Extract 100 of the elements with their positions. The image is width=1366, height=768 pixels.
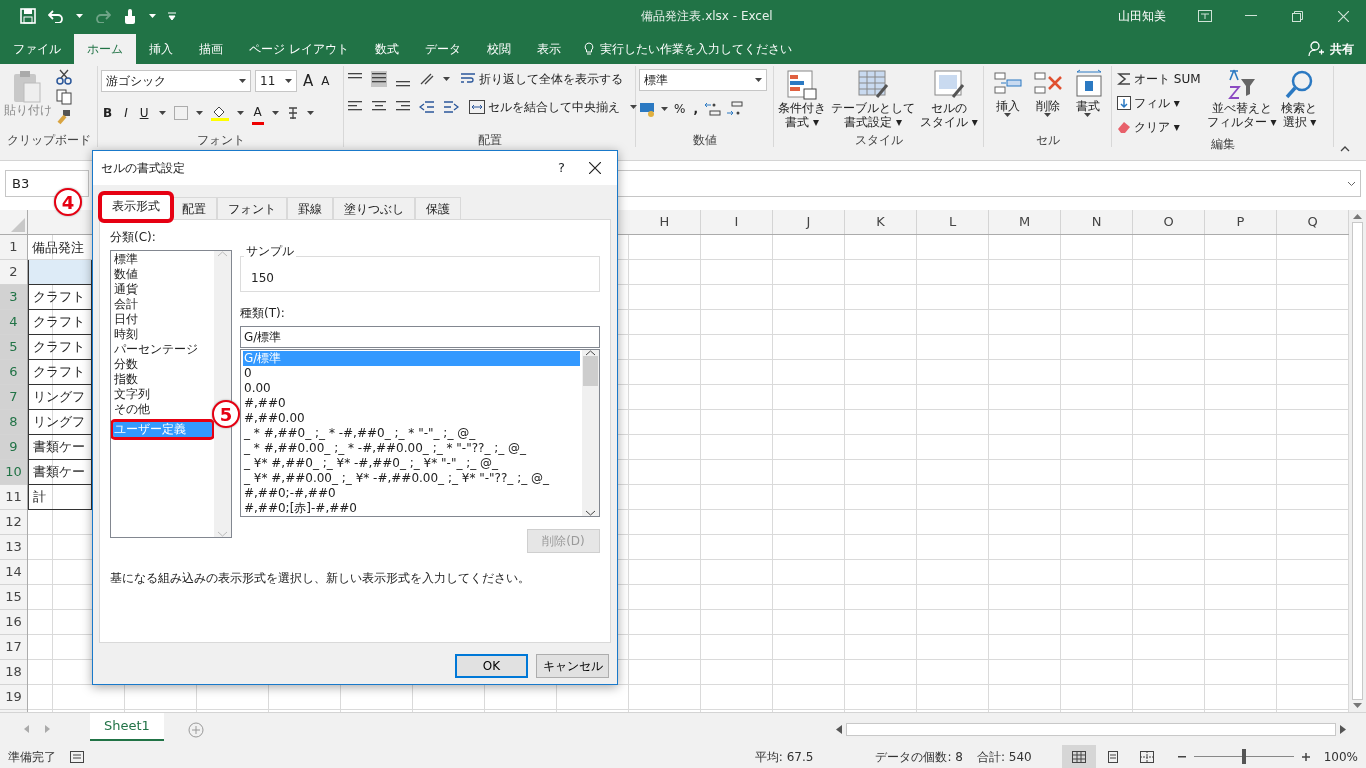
caret-icon[interactable] xyxy=(271,111,279,115)
list-item[interactable]: その他 xyxy=(113,402,212,417)
dialog-tab[interactable]: 表示形式 xyxy=(101,194,171,220)
list-item[interactable]: 標準 xyxy=(113,252,212,267)
percent-button[interactable]: % xyxy=(672,99,688,119)
style-button[interactable]: セルの スタイル ▾ xyxy=(919,69,979,129)
shrink-font-button[interactable]: A xyxy=(319,71,332,92)
caret-icon[interactable] xyxy=(76,14,83,18)
save-icon[interactable] xyxy=(20,8,36,24)
caret-icon[interactable] xyxy=(1044,113,1051,117)
list-item[interactable]: 通貨 xyxy=(113,282,212,297)
scroll-thumb[interactable] xyxy=(846,722,1336,736)
help-button[interactable]: ? xyxy=(550,154,573,182)
column-header[interactable]: O xyxy=(1133,210,1205,234)
caret-icon[interactable] xyxy=(239,79,246,84)
font-name-field[interactable]: 游ゴシック xyxy=(101,70,251,93)
cancel-button[interactable]: キャンセル xyxy=(536,654,609,678)
list-item[interactable]: 時刻 xyxy=(113,327,212,342)
list-item[interactable]: 文字列 xyxy=(113,387,212,402)
copy-icon[interactable] xyxy=(56,89,72,105)
list-item[interactable]: _ * #,##0_ ;_ * -#,##0_ ;_ * "-"_ ;_ @_ xyxy=(243,426,580,441)
share-button[interactable]: 共有 xyxy=(1296,34,1366,64)
dialog-tab[interactable]: 保護 xyxy=(415,197,461,219)
caret-icon[interactable] xyxy=(630,105,637,109)
increase-decimal-icon[interactable] xyxy=(703,101,722,117)
clear-button[interactable]: クリア ▾ xyxy=(1115,117,1203,137)
caret-icon[interactable] xyxy=(1004,113,1011,117)
align-middle-icon[interactable] xyxy=(371,71,387,87)
caret-icon[interactable] xyxy=(443,77,450,81)
menu-tab[interactable]: 校閲 xyxy=(473,34,524,64)
increase-indent-icon[interactable] xyxy=(443,100,459,114)
column-header[interactable]: I xyxy=(701,210,773,234)
menu-tab[interactable]: ページ レイアウト xyxy=(236,34,362,64)
scroll-down-icon[interactable] xyxy=(1353,703,1362,709)
column-header[interactable]: M xyxy=(989,210,1061,234)
sheet-tab[interactable]: Sheet1 xyxy=(90,713,164,741)
bold-button[interactable]: B xyxy=(101,103,115,123)
caret-icon[interactable] xyxy=(285,79,292,84)
list-item[interactable]: 指数 xyxy=(113,372,212,387)
column-header[interactable]: K xyxy=(845,210,917,234)
scroll-up-icon[interactable] xyxy=(1353,213,1362,219)
expand-icon[interactable] xyxy=(1347,181,1356,186)
scroll-thumb[interactable] xyxy=(1352,222,1363,700)
cut-icon[interactable] xyxy=(56,69,72,85)
cells-button[interactable]: 削除 xyxy=(1031,69,1064,117)
merge-center-button[interactable]: セルを結合して中央揃え xyxy=(467,97,622,117)
macro-record-icon[interactable] xyxy=(70,750,84,763)
font-color-button[interactable]: A xyxy=(251,101,264,125)
view-normal-button[interactable] xyxy=(1061,745,1096,768)
list-item[interactable]: #,##0;-#,##0 xyxy=(243,486,580,501)
list-item[interactable]: 0 xyxy=(243,366,580,381)
list-item[interactable]: 日付 xyxy=(113,312,212,327)
menu-tab[interactable]: ホーム xyxy=(74,34,136,64)
decrease-decimal-icon[interactable] xyxy=(725,101,744,117)
list-item[interactable]: 分数 xyxy=(113,357,212,372)
caret-icon[interactable] xyxy=(158,111,166,115)
currency-icon[interactable] xyxy=(639,101,657,117)
row-header[interactable]: 9 xyxy=(0,435,27,460)
list-item[interactable]: パーセンテージ xyxy=(113,342,212,357)
caret-icon[interactable] xyxy=(149,14,156,18)
wrap-text-button[interactable]: 折り返して全体を表示する xyxy=(458,69,625,89)
caret-icon[interactable] xyxy=(236,111,244,115)
menu-tab[interactable]: ファイル xyxy=(0,34,74,64)
column-header[interactable]: N xyxy=(1061,210,1133,234)
list-item[interactable]: #,##0.00 xyxy=(243,411,580,426)
scroll-right-icon[interactable] xyxy=(1340,724,1346,734)
find-select-button[interactable]: 検索と 選択 ▾ xyxy=(1280,69,1319,129)
format-painter-icon[interactable] xyxy=(56,109,72,125)
zoom-in-icon[interactable] xyxy=(1301,752,1310,761)
row-header[interactable]: 10 xyxy=(0,460,27,485)
italic-button[interactable]: I xyxy=(122,103,130,123)
column-header[interactable]: P xyxy=(1205,210,1277,234)
row-header[interactable]: 5 xyxy=(0,335,27,360)
caret-icon[interactable] xyxy=(195,111,203,115)
caret-icon[interactable] xyxy=(661,107,668,111)
comma-button[interactable]: , xyxy=(691,99,700,119)
cells-button[interactable]: 挿入 xyxy=(991,69,1024,117)
phonetic-icon[interactable] xyxy=(286,106,299,120)
scroll-left-icon[interactable] xyxy=(836,724,842,734)
zoom-out-icon[interactable] xyxy=(1177,755,1186,758)
row-header[interactable]: 6 xyxy=(0,360,27,385)
zoom-level[interactable]: 100% xyxy=(1323,747,1366,766)
tell-me-search[interactable]: 実行したい作業を入力してください xyxy=(573,34,802,64)
close-icon[interactable] xyxy=(1337,10,1349,22)
collapse-ribbon-icon[interactable] xyxy=(1340,146,1350,152)
customize-icon[interactable] xyxy=(168,12,176,20)
menu-tab[interactable]: 描画 xyxy=(186,34,236,64)
menu-tab[interactable]: データ xyxy=(411,34,474,64)
list-item[interactable]: 数値 xyxy=(113,267,212,282)
menu-tab[interactable]: 表示 xyxy=(523,34,574,64)
list-item[interactable]: _ ¥* #,##0.00_ ;_ ¥* -#,##0.00_ ;_ ¥* "-"??_ ;_ @_ xyxy=(243,471,580,486)
sort-filter-button[interactable]: 並べ替えと フィルター ▾ xyxy=(1205,69,1278,129)
style-button[interactable]: テーブルとして 書式設定 ▾ xyxy=(830,69,916,129)
column-header[interactable]: L xyxy=(917,210,989,234)
number-format-field[interactable]: 標準 xyxy=(639,69,767,91)
ribbon-display-icon[interactable] xyxy=(1198,10,1212,22)
scroll-down-icon[interactable] xyxy=(586,510,595,516)
undo-icon[interactable] xyxy=(48,9,64,23)
row-header[interactable]: 4 xyxy=(0,310,27,335)
autosum-button[interactable]: オート SUM xyxy=(1115,69,1203,89)
